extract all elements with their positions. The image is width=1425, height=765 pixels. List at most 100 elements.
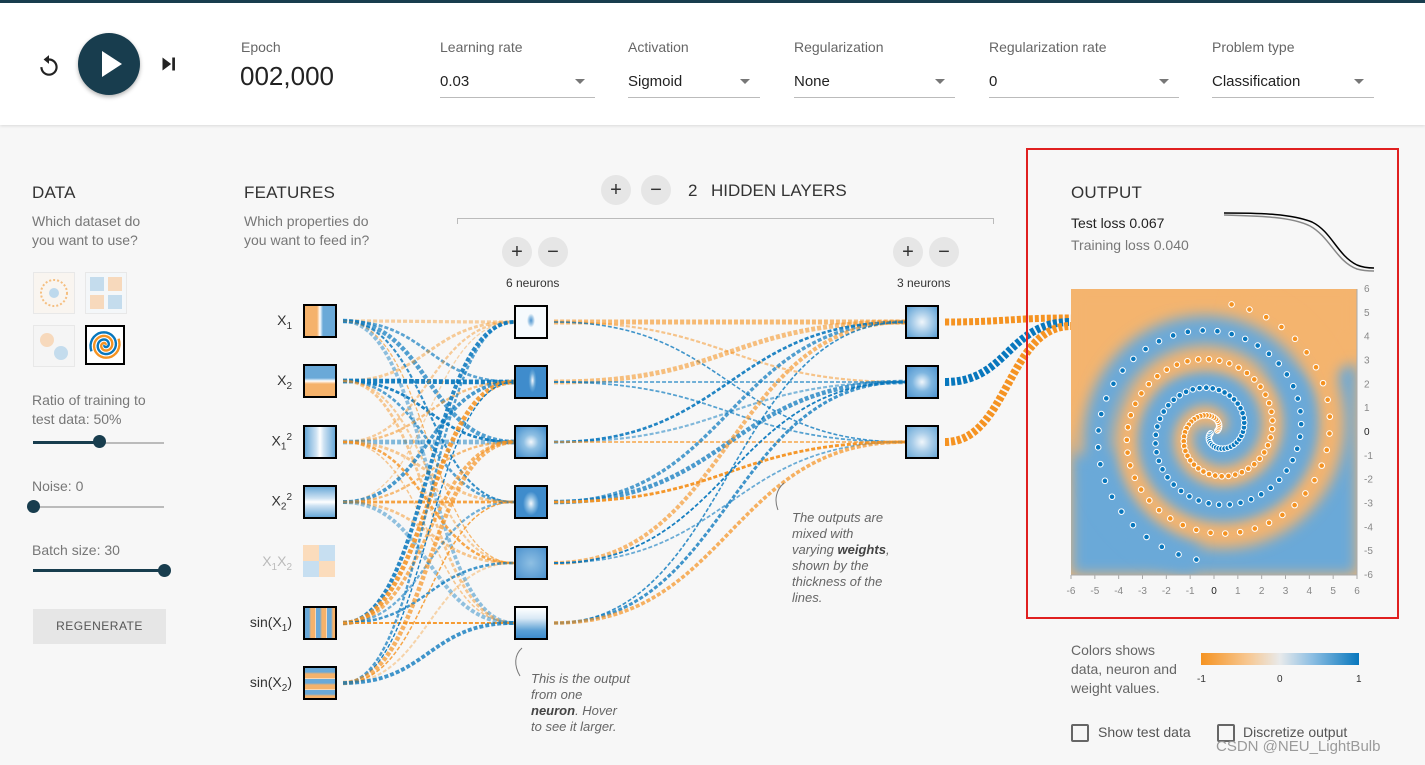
blue-data-point (1153, 448, 1160, 456)
add-neuron-layer1-button[interactable]: + (502, 237, 532, 267)
remove-neuron-layer1-button[interactable]: − (538, 237, 568, 267)
blue-data-point (1254, 342, 1261, 349)
blue-data-point (1221, 389, 1228, 396)
feature-superscript: 2 (286, 492, 292, 503)
hidden-neuron-1-4[interactable] (514, 485, 548, 519)
orange-data-point (1291, 335, 1299, 343)
orange-data-point (1318, 462, 1326, 469)
blue-data-point (1160, 408, 1168, 415)
x-tick-label: -6 (1067, 586, 1076, 597)
hidden-neuron-2-3[interactable] (905, 425, 939, 459)
blue-data-point (1275, 360, 1283, 367)
feature-label-sin-x2: sin(X2) (232, 674, 292, 694)
feature-subscript: 1 (280, 441, 287, 453)
node-output-marker (547, 378, 548, 388)
annotation-line: neuron. Hover (531, 703, 630, 719)
orange-data-point (1278, 323, 1285, 331)
orange-data-point (1250, 460, 1258, 468)
orange-data-point (1268, 425, 1276, 433)
blue-data-point (1159, 466, 1166, 473)
blue-data-point (1189, 386, 1197, 393)
blue-data-point (1142, 345, 1149, 353)
hidden-neuron-1-3[interactable] (514, 425, 548, 459)
hidden-neuron-2-2[interactable] (905, 365, 939, 399)
feature-subscript: 2 (280, 501, 287, 513)
hidden-neuron-2-1[interactable] (905, 305, 939, 339)
color-scale-mid: 0 (1277, 674, 1283, 685)
feature-node-x1-squared[interactable] (303, 425, 337, 459)
feature-node-x1[interactable] (303, 304, 337, 338)
add-neuron-layer2-button[interactable]: + (893, 237, 923, 267)
orange-data-point (1251, 525, 1259, 532)
orange-data-point (1211, 472, 1219, 479)
blue-data-point (1241, 335, 1249, 343)
annotation-emphasis: weights (837, 542, 886, 557)
x-tick-label: 3 (1283, 586, 1289, 597)
blue-data-point (1155, 457, 1163, 465)
annotation-line: shown by the (792, 558, 869, 573)
weight-link-input-hidden1[interactable] (342, 381, 515, 684)
feature-node-x1x2[interactable] (303, 545, 335, 577)
hidden-neuron-1-2[interactable] (514, 365, 548, 399)
feature-node-x2-squared[interactable] (303, 485, 337, 519)
orange-data-point (1193, 526, 1200, 534)
orange-data-point (1238, 468, 1246, 476)
feature-node-sin-x2[interactable] (303, 666, 337, 700)
add-layer-button[interactable]: + (601, 175, 631, 205)
annotation-pointer (515, 647, 523, 677)
blue-data-point (1101, 477, 1109, 485)
node-output-marker (547, 438, 548, 448)
orange-data-point (1311, 476, 1318, 484)
feature-label-x1-squared: X12 (232, 432, 292, 452)
annotation-line: lines. (792, 590, 823, 605)
blue-data-point (1293, 445, 1301, 453)
feature-text: X (262, 553, 272, 569)
blue-data-point (1108, 493, 1116, 501)
weight-link-hidden1-hidden2[interactable] (553, 320, 906, 444)
feature-node-sin-x1[interactable] (303, 606, 337, 640)
y-tick-label: -2 (1364, 475, 1373, 486)
orange-data-point (1216, 357, 1223, 364)
hidden-layers-count: 2 (688, 181, 698, 200)
y-tick-label: 6 (1364, 284, 1370, 295)
x-tick-label: -3 (1138, 586, 1147, 597)
x-tick-label: 2 (1259, 586, 1265, 597)
show-test-data-label[interactable]: Show test data (1098, 724, 1191, 740)
remove-neuron-layer2-button[interactable]: − (929, 237, 959, 267)
orange-data-point (1260, 449, 1268, 456)
hidden-layers-label: HIDDEN LAYERS (711, 181, 847, 200)
node-output-marker (547, 498, 548, 508)
orange-data-point (1236, 528, 1244, 536)
orange-data-point (1326, 430, 1333, 437)
orange-data-point (1231, 471, 1239, 478)
orange-data-point (1235, 364, 1242, 371)
hidden-neuron-1-6[interactable] (514, 606, 548, 640)
blue-data-point (1169, 332, 1177, 339)
blue-data-point (1228, 330, 1235, 338)
y-tick-label: -1 (1364, 451, 1373, 462)
blue-data-point (1186, 493, 1193, 500)
y-tick-label: -4 (1364, 522, 1373, 533)
remove-layer-button[interactable]: − (641, 175, 671, 205)
blue-data-point (1152, 431, 1160, 439)
blue-data-point (1294, 395, 1302, 402)
blue-data-point (1156, 415, 1164, 423)
node-output-marker (938, 318, 939, 328)
y-tick-label: 5 (1364, 308, 1370, 319)
show-test-data-checkbox[interactable] (1071, 724, 1089, 742)
weight-link-input-hidden1[interactable] (342, 319, 515, 626)
x-tick-label: 4 (1307, 586, 1313, 597)
feature-node-x2[interactable] (303, 364, 337, 398)
x-tick-label: 5 (1330, 586, 1336, 597)
blue-data-point (1215, 501, 1223, 509)
orange-data-point (1243, 369, 1251, 377)
blue-data-point (1110, 380, 1117, 388)
orange-data-point (1312, 363, 1320, 371)
blue-data-point (1170, 481, 1178, 488)
weight-link-hidden1-hidden2[interactable] (553, 320, 906, 504)
hidden-neuron-1-1[interactable] (514, 305, 548, 339)
hidden-neuron-1-5[interactable] (514, 546, 548, 580)
blue-data-point (1193, 556, 1200, 563)
blue-data-point (1184, 328, 1192, 336)
feature-label-x2-squared: X22 (232, 492, 292, 512)
